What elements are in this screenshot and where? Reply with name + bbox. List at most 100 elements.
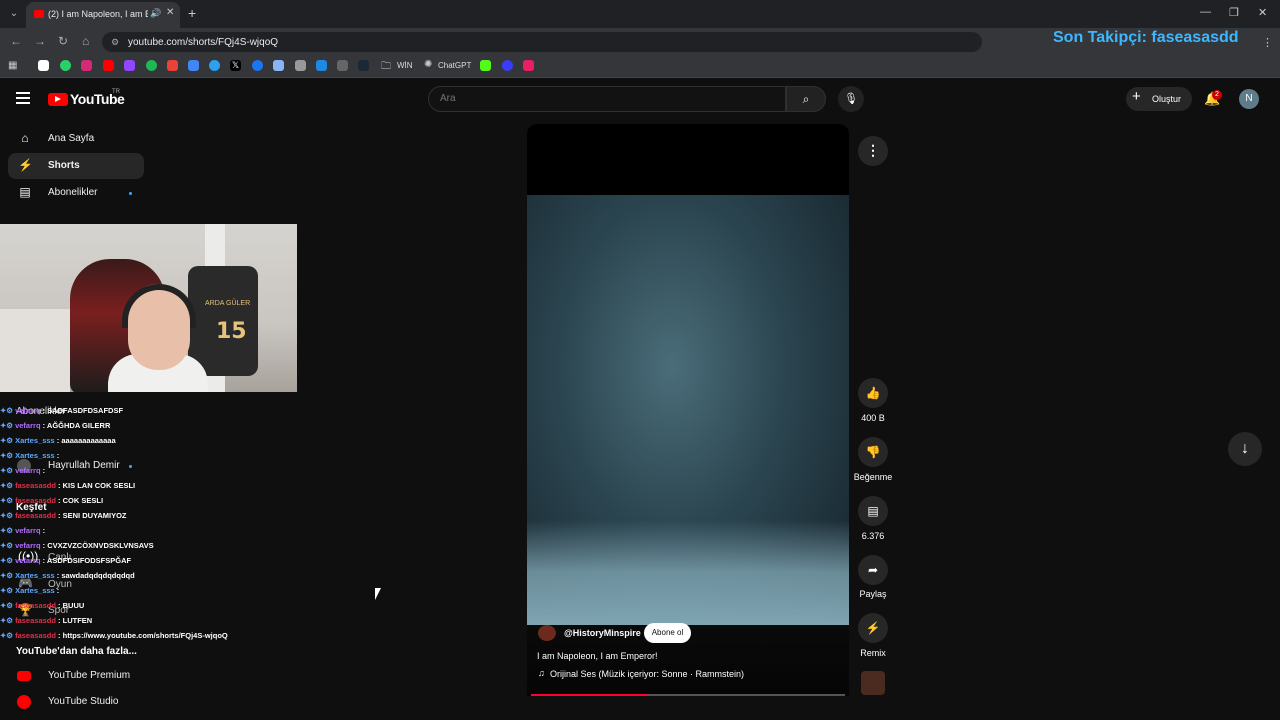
subscriptions-icon: ▤ [19, 185, 31, 199]
translate-bookmark-icon[interactable] [188, 60, 199, 71]
chat-message: ✦⚙ vefarrq : SADFASDFDSAFDSF [0, 406, 123, 415]
chat-text: : CVXZVZCÖXNVDSKLVNSAVS [40, 541, 154, 550]
tab-title: (2) I am Napoleon, I am Em [48, 9, 148, 19]
thumbs-down-icon: 👎 [865, 445, 881, 459]
chat-message: ✦⚙ Xartes_sss : aaaaaaaaaaaaa [0, 436, 116, 445]
comments-button[interactable]: ▤ [858, 496, 888, 526]
chat-message: ✦⚙ faseasasdd : LUTFEN [0, 616, 92, 625]
chat-message: ✦⚙ vefarrq : AĞĞHDA GILERR [0, 421, 110, 430]
url-text[interactable]: youtube.com/shorts/FQj4S-wjqoQ [128, 37, 278, 48]
sidebar-item-label[interactable]: Abonelikler [48, 187, 97, 198]
remix-button[interactable]: ⚡ [858, 613, 888, 643]
more-options-button[interactable]: ⋮ [858, 136, 888, 166]
chat-username: faseasasdd [15, 481, 56, 490]
chat-text: : [40, 526, 46, 535]
new-tab-button[interactable]: + [188, 5, 196, 21]
instagram-bookmark-icon[interactable] [81, 60, 92, 71]
maximize-icon[interactable]: ❐ [1229, 6, 1239, 19]
chat-message: ✦⚙ Xartes_sss : [0, 586, 59, 595]
close-window-icon[interactable]: ✕ [1258, 6, 1267, 19]
dislike-button[interactable]: 👎 [858, 437, 888, 467]
sidebar-item-label[interactable]: Ana Sayfa [48, 133, 94, 144]
channel-name[interactable]: @HistoryMinspire [564, 628, 641, 638]
chat-badge-icon: ✦⚙ [0, 541, 16, 550]
tab-search-icon[interactable]: ⌄ [6, 6, 22, 22]
chat-badge-icon: ✦⚙ [0, 406, 16, 415]
remix-label: Remix [860, 648, 886, 658]
chat-message: ✦⚙ faseasasdd : KIS LAN COK SESLI [0, 481, 135, 490]
gmail-bookmark-icon[interactable] [167, 60, 178, 71]
close-tab-icon[interactable]: ✕ [166, 7, 174, 18]
browser-menu-icon[interactable]: ⋮ [1262, 36, 1273, 49]
thumbs-up-icon: 👍 [865, 386, 881, 400]
chat-text: : COK SESLI [55, 496, 104, 505]
sidebar-item-label[interactable]: Shorts [48, 160, 80, 171]
chat-username: vefarrq [15, 556, 41, 565]
search-button[interactable]: ⌕ [786, 86, 826, 112]
arrow-down-icon: ↓ [1241, 440, 1249, 457]
chat-username: faseasasdd [15, 631, 56, 640]
chat-username: faseasasdd [15, 496, 56, 505]
chat-username: faseasasdd [15, 511, 56, 520]
channel-avatar[interactable] [538, 625, 556, 641]
kick-bookmark-icon[interactable] [480, 60, 491, 71]
like-button[interactable]: 👍 [858, 378, 888, 408]
site-info-icon[interactable]: ⚙ [111, 37, 119, 48]
minimize-icon[interactable]: — [1200, 6, 1211, 18]
twitch-bookmark-icon[interactable] [124, 60, 135, 71]
reload-icon[interactable]: ↻ [58, 34, 68, 48]
google-bookmark-icon[interactable] [38, 60, 49, 71]
menu-icon[interactable] [16, 92, 30, 104]
back-icon[interactable]: ← [10, 34, 22, 48]
apps-grid-icon[interactable]: ▦ [8, 60, 17, 71]
new-content-dot [129, 192, 132, 195]
chat-message: ✦⚙ faseasasdd : COK SESLI [0, 496, 103, 505]
drive-bookmark-icon[interactable] [273, 60, 284, 71]
bookmark-chatgpt[interactable]: ChatGPT [438, 61, 471, 70]
new-content-dot [129, 465, 132, 468]
audio-track[interactable]: Orijinal Ses (Müzik içeriyor: Sonne · Ra… [550, 669, 744, 679]
chat-text: : aaaaaaaaaaaaa [54, 436, 116, 445]
chat-text: : AĞĞHDA GILERR [40, 421, 111, 430]
speaker-icon[interactable]: 🔊 [150, 8, 161, 19]
subscribe-button[interactable]: Abone ol [644, 623, 691, 643]
share-icon: ➦ [867, 563, 879, 577]
chat-message: ✦⚙ vefarrq : [0, 466, 45, 475]
youtube-bookmark-icon[interactable] [103, 60, 114, 71]
remix-icon: ⚡ [865, 621, 881, 635]
account-avatar[interactable]: N [1239, 89, 1259, 109]
steam-bookmark-icon[interactable] [358, 60, 369, 71]
webcam-bed [0, 309, 70, 392]
search-input[interactable] [440, 93, 770, 104]
apple-bookmark-icon[interactable] [295, 60, 306, 71]
video-title[interactable]: I am Napoleon, I am Emperor! [537, 651, 658, 661]
bookmark-icon-pink[interactable] [523, 60, 534, 71]
edge-bookmark-icon[interactable] [209, 60, 220, 71]
country-code: TR [112, 89, 120, 95]
dislike-label: Beğenme [853, 472, 893, 482]
bookmark-win[interactable]: WİN [397, 61, 413, 70]
jersey-name: ARDA GÜLER [205, 300, 251, 307]
bookmark-icon-purple[interactable] [502, 60, 513, 71]
plus-icon: + [1132, 88, 1141, 105]
next-short-button[interactable]: ↓ [1228, 432, 1262, 466]
chat-badge-icon: ✦⚙ [0, 436, 16, 445]
facebook-bookmark-icon[interactable] [252, 60, 263, 71]
bookmark-icon-grey[interactable] [337, 60, 348, 71]
forward-icon[interactable]: → [34, 34, 46, 48]
share-button[interactable]: ➦ [858, 555, 888, 585]
voice-search-button[interactable]: 🎙 [838, 86, 864, 112]
home-button-icon[interactable]: ⌂ [82, 34, 89, 48]
sidebar-item-premium[interactable]: YouTube Premium [48, 670, 130, 681]
x-bookmark-icon[interactable]: 𝕏 [230, 60, 241, 71]
bookmark-icon-blue[interactable] [316, 60, 327, 71]
sidebar-channel-item[interactable]: Hayrullah Demir [48, 460, 120, 471]
browser-tab[interactable]: (2) I am Napoleon, I am Em 🔊 ✕ [26, 2, 180, 28]
chat-message: ✦⚙ Xartes_sss : [0, 451, 59, 460]
spotify-bookmark-icon[interactable] [146, 60, 157, 71]
sidebar-item-studio[interactable]: YouTube Studio [48, 696, 118, 707]
sound-thumbnail[interactable] [861, 671, 885, 695]
whatsapp-bookmark-icon[interactable] [60, 60, 71, 71]
chat-badge-icon: ✦⚙ [0, 451, 16, 460]
mouse-cursor [375, 588, 381, 600]
